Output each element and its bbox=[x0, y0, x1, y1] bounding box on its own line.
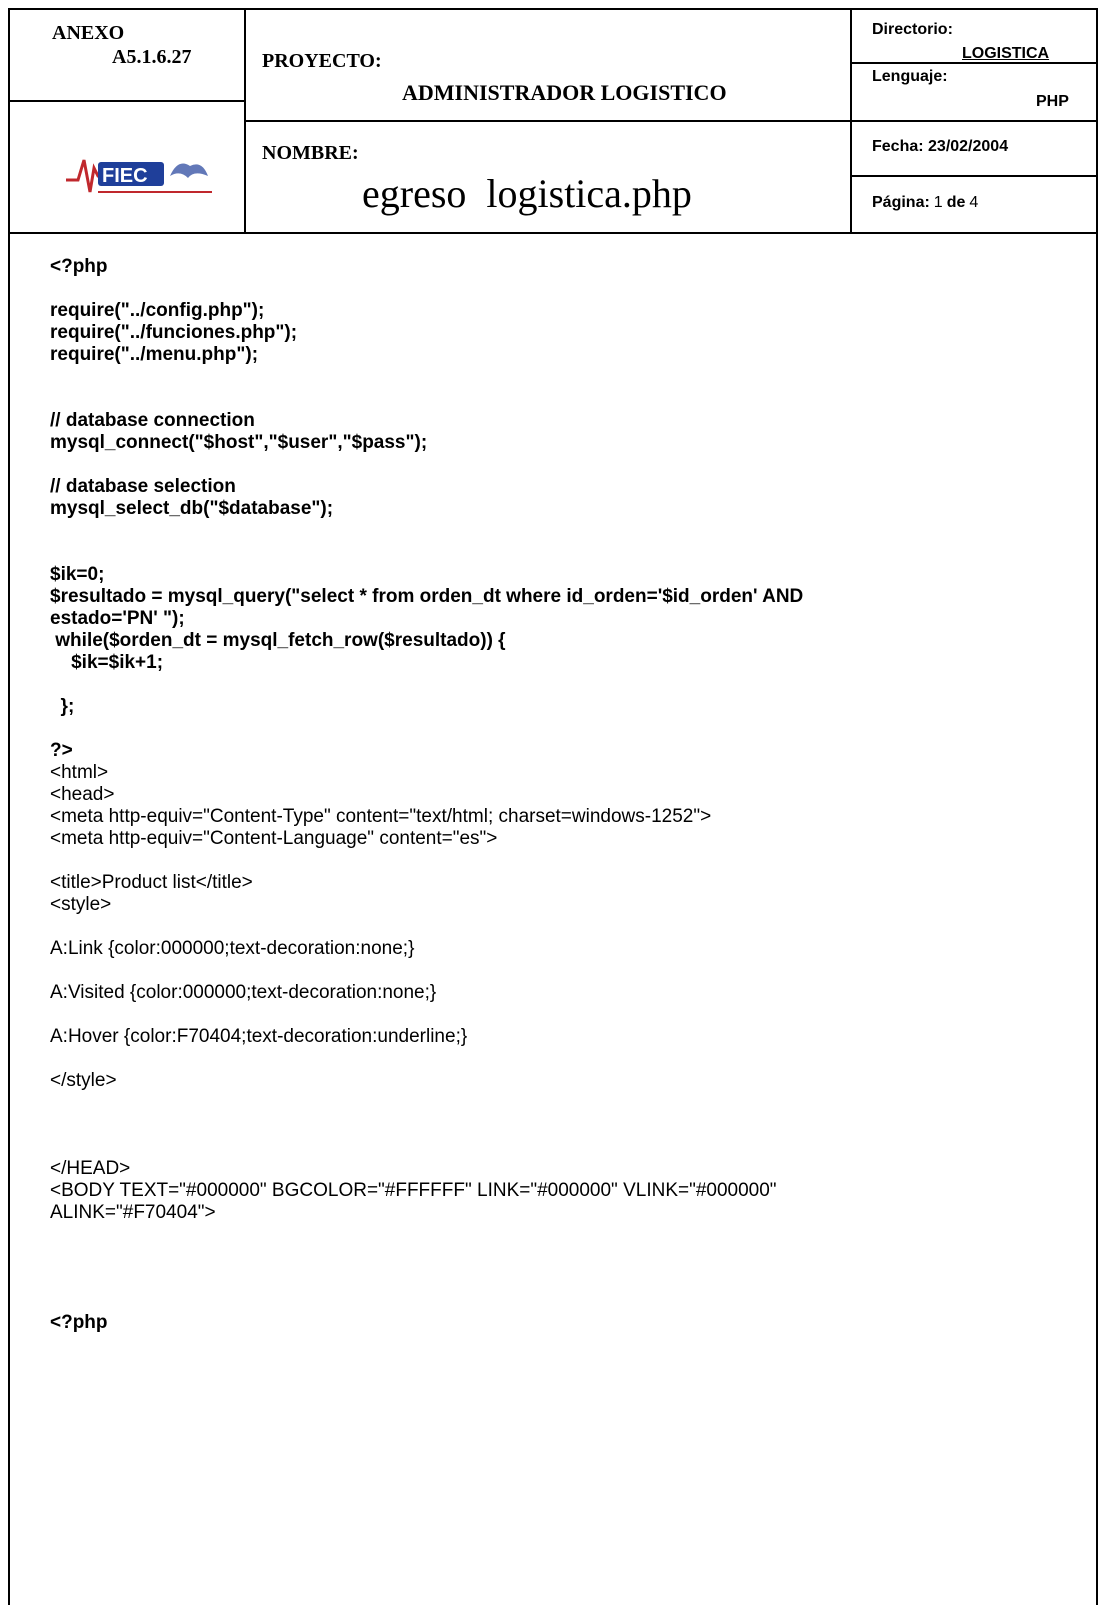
code-listing: <?php require("../config.php"); require(".… bbox=[50, 256, 1080, 1334]
code-line: </style> bbox=[50, 1070, 117, 1091]
header-divider-anexo bbox=[10, 100, 244, 102]
anexo-code: A5.1.6.27 bbox=[112, 46, 192, 68]
code-line: <meta http-equiv="Content-Type" content=… bbox=[50, 806, 712, 827]
code-line: <head> bbox=[50, 784, 115, 805]
directorio-label: Directorio: bbox=[872, 21, 953, 38]
code-line: <BODY TEXT="#000000" BGCOLOR="#FFFFFF" L… bbox=[50, 1180, 777, 1201]
pagina-total: 4 bbox=[969, 194, 979, 211]
fiec-logo-icon: FIEC bbox=[62, 146, 222, 202]
lenguaje-label: Lenguaje: bbox=[872, 68, 948, 85]
anexo-label: ANEXO bbox=[52, 22, 125, 44]
directorio-value: LOGISTICA bbox=[962, 45, 1050, 62]
lenguaje-value: PHP bbox=[1036, 93, 1069, 110]
code-line: A:Link {color:000000;text-decoration:non… bbox=[50, 938, 415, 959]
code-line: </HEAD> bbox=[50, 1158, 131, 1179]
code-line: A:Hover {color:F70404;text-decoration:un… bbox=[50, 1026, 468, 1047]
proyecto-value: ADMINISTRADOR LOGISTICO bbox=[402, 80, 727, 105]
code-line: require("../config.php"); bbox=[50, 300, 265, 321]
code-line: require("../funciones.php"); bbox=[50, 322, 298, 343]
pagina-info: Página: 1 de 4 bbox=[872, 194, 978, 212]
pagina-de: de bbox=[946, 194, 966, 211]
code-line: $resultado = mysql_query("select * from … bbox=[50, 586, 804, 607]
code-line: }; bbox=[50, 696, 75, 717]
header-divider-lenguaje bbox=[852, 120, 1098, 122]
code-line: <?php bbox=[50, 256, 108, 277]
code-line: $ik=$ik+1; bbox=[50, 652, 164, 673]
pagina-num: 1 bbox=[933, 194, 943, 211]
code-line: $ik=0; bbox=[50, 564, 105, 585]
code-line: <meta http-equiv="Content-Language" cont… bbox=[50, 828, 498, 849]
nombre-label: NOMBRE: bbox=[262, 142, 359, 164]
fecha-label: Fecha: 23/02/2004 bbox=[872, 138, 1009, 155]
document-page: ANEXO A5.1.6.27 FIEC PROYECTO: ADMINISTR… bbox=[8, 8, 1098, 1605]
code-line: // database connection bbox=[50, 410, 255, 431]
nombre-value: egreso logistica.php bbox=[362, 171, 692, 216]
header-divider-fecha bbox=[852, 175, 1098, 177]
code-line: <?php bbox=[50, 1312, 108, 1333]
proyecto-label: PROYECTO: bbox=[262, 50, 382, 72]
code-line: A:Visited {color:000000;text-decoration:… bbox=[50, 982, 437, 1003]
code-line: // database selection bbox=[50, 476, 236, 497]
code-line: mysql_select_db("$database"); bbox=[50, 498, 334, 519]
code-line: mysql_connect("$host","$user","$pass"); bbox=[50, 432, 428, 453]
code-line: require("../menu.php"); bbox=[50, 344, 259, 365]
header-divider-center bbox=[246, 120, 850, 122]
code-line: estado='PN' "); bbox=[50, 608, 185, 629]
code-line: ALINK="#F70404"> bbox=[50, 1202, 216, 1223]
code-line: <style> bbox=[50, 894, 112, 915]
pagina-label: Página: bbox=[872, 194, 930, 211]
logo-text: FIEC bbox=[102, 165, 148, 187]
code-line: <html> bbox=[50, 762, 109, 783]
code-line: while($orden_dt = mysql_fetch_row($resul… bbox=[50, 630, 506, 651]
code-line: <title>Product list</title> bbox=[50, 872, 253, 893]
code-line: ?> bbox=[50, 740, 73, 761]
document-header: ANEXO A5.1.6.27 FIEC PROYECTO: ADMINISTR… bbox=[10, 10, 1098, 234]
